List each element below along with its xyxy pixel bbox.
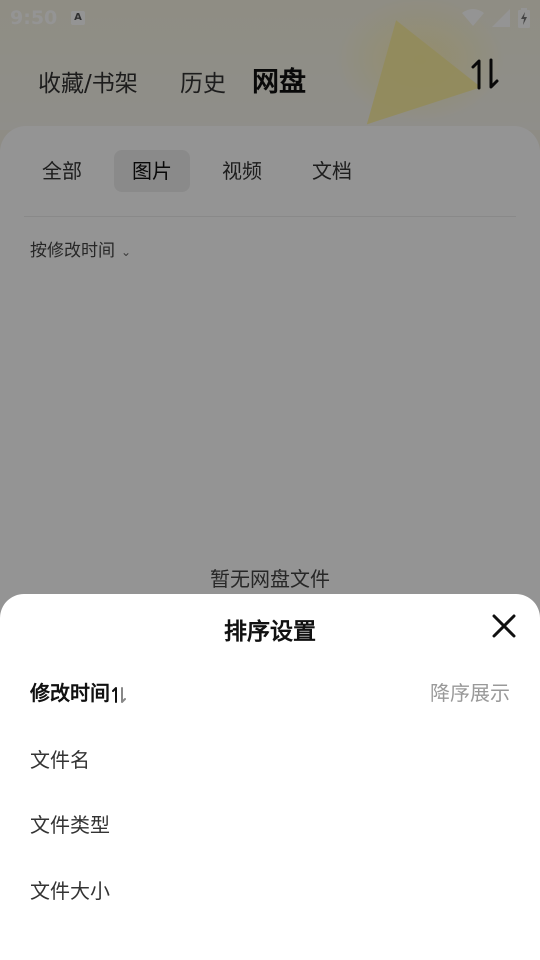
close-icon[interactable] bbox=[490, 612, 518, 640]
sort-order-hint: 降序展示 bbox=[430, 681, 510, 705]
sheet-title: 排序设置 bbox=[224, 619, 316, 645]
sort-order-icon bbox=[112, 686, 126, 703]
sort-option-file-type[interactable]: 文件类型 bbox=[30, 805, 510, 845]
sort-option-label: 修改时间 bbox=[30, 681, 110, 705]
sort-option-modified-time[interactable]: 修改时间 降序展示 bbox=[30, 673, 510, 713]
sort-settings-sheet: 排序设置 修改时间 降序展示 文件名 文件类型 文件大小 bbox=[0, 594, 540, 960]
sort-option-file-name[interactable]: 文件名 bbox=[30, 740, 510, 780]
sort-option-file-size[interactable]: 文件大小 bbox=[30, 871, 510, 911]
